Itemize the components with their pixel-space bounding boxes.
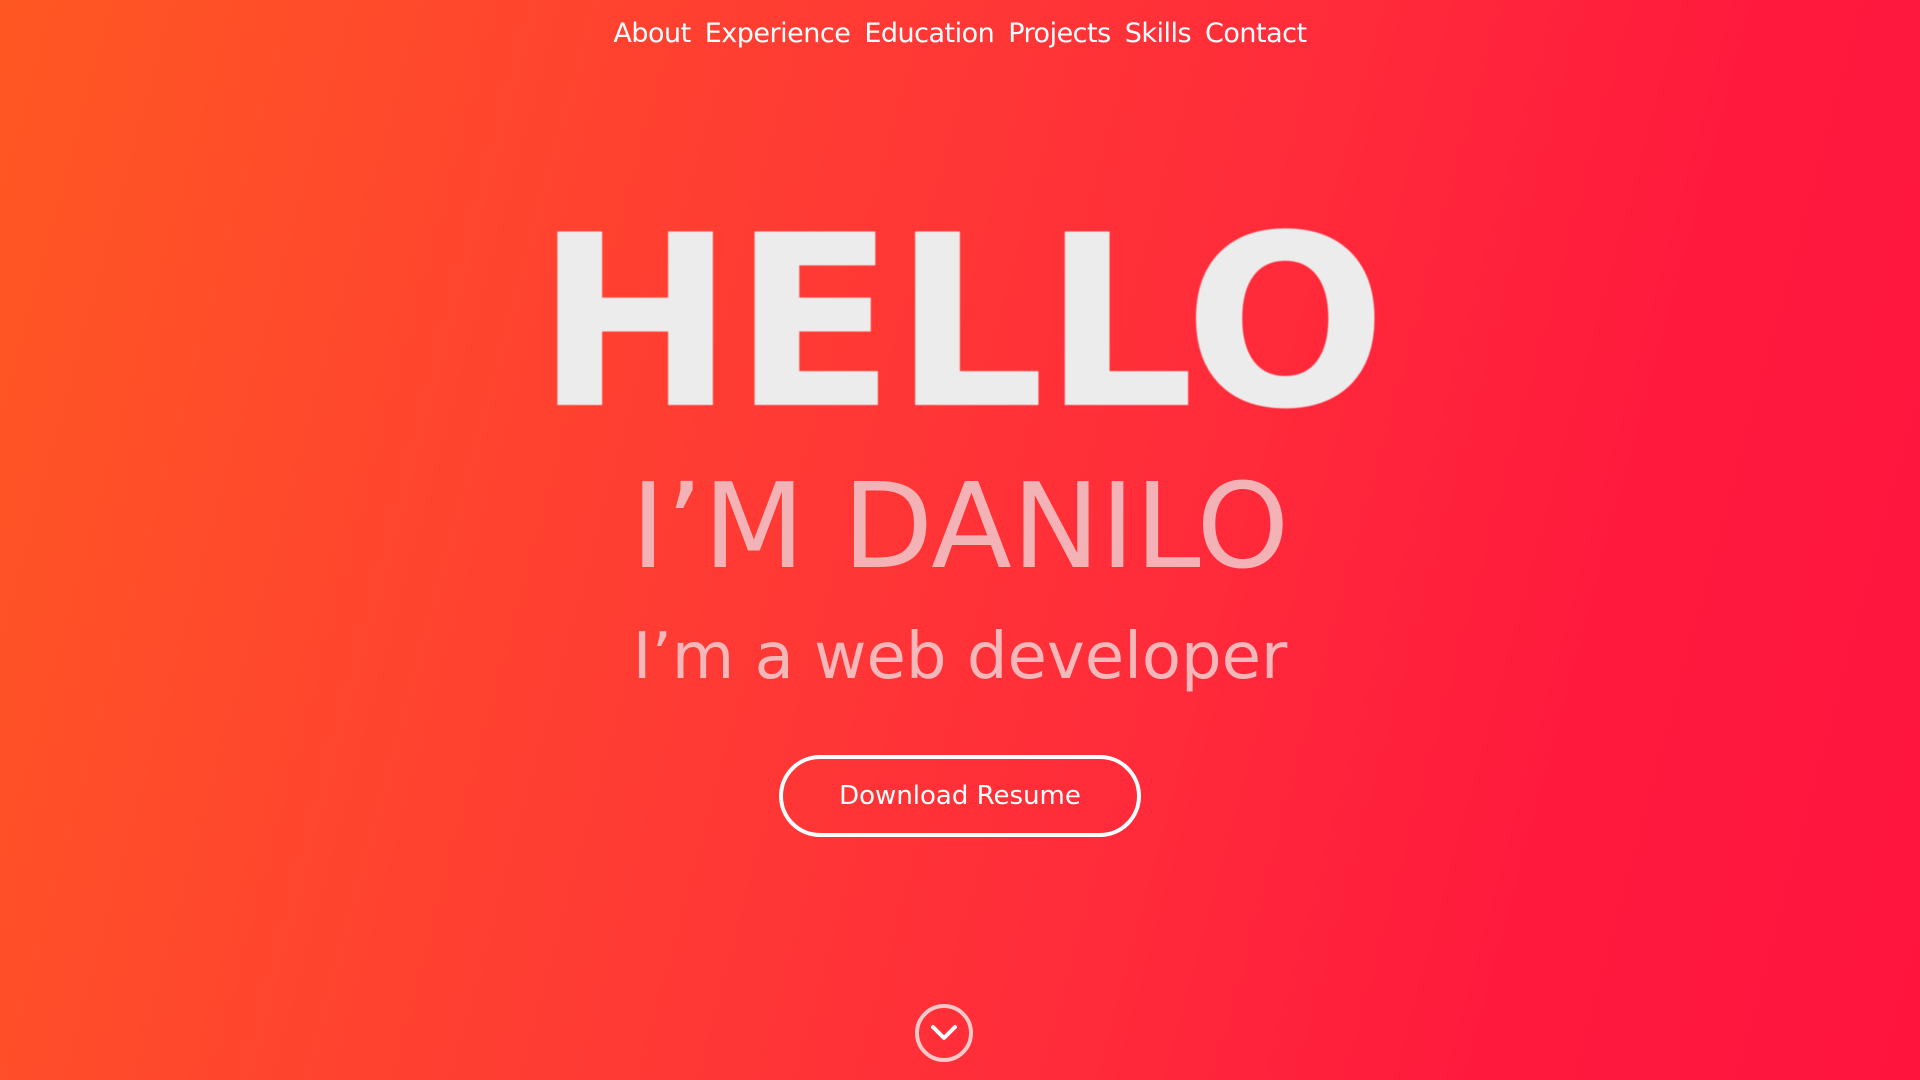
hero-name: I’M DANILO — [630, 457, 1290, 595]
chevron-down-icon — [931, 1025, 957, 1040]
top-nav: About Experience Education Projects Skil… — [0, 18, 1920, 49]
hero-greeting: HELLO — [535, 185, 1387, 462]
hero-tagline: I’m a web developer — [632, 620, 1288, 694]
download-resume-button[interactable]: Download Resume — [779, 755, 1141, 837]
nav-education-link[interactable]: Education — [864, 18, 994, 49]
cta-container: Download Resume — [0, 755, 1920, 837]
nav-projects-link[interactable]: Projects — [1008, 18, 1111, 49]
nav-skills-link[interactable]: Skills — [1125, 18, 1192, 49]
nav-contact-link[interactable]: Contact — [1205, 18, 1307, 49]
nav-about-link[interactable]: About — [613, 18, 691, 49]
hero-section: HELLO I’M DANILO I’m a web developer — [0, 185, 1920, 694]
nav-experience-link[interactable]: Experience — [705, 18, 851, 49]
scroll-down-button[interactable] — [915, 1004, 973, 1062]
